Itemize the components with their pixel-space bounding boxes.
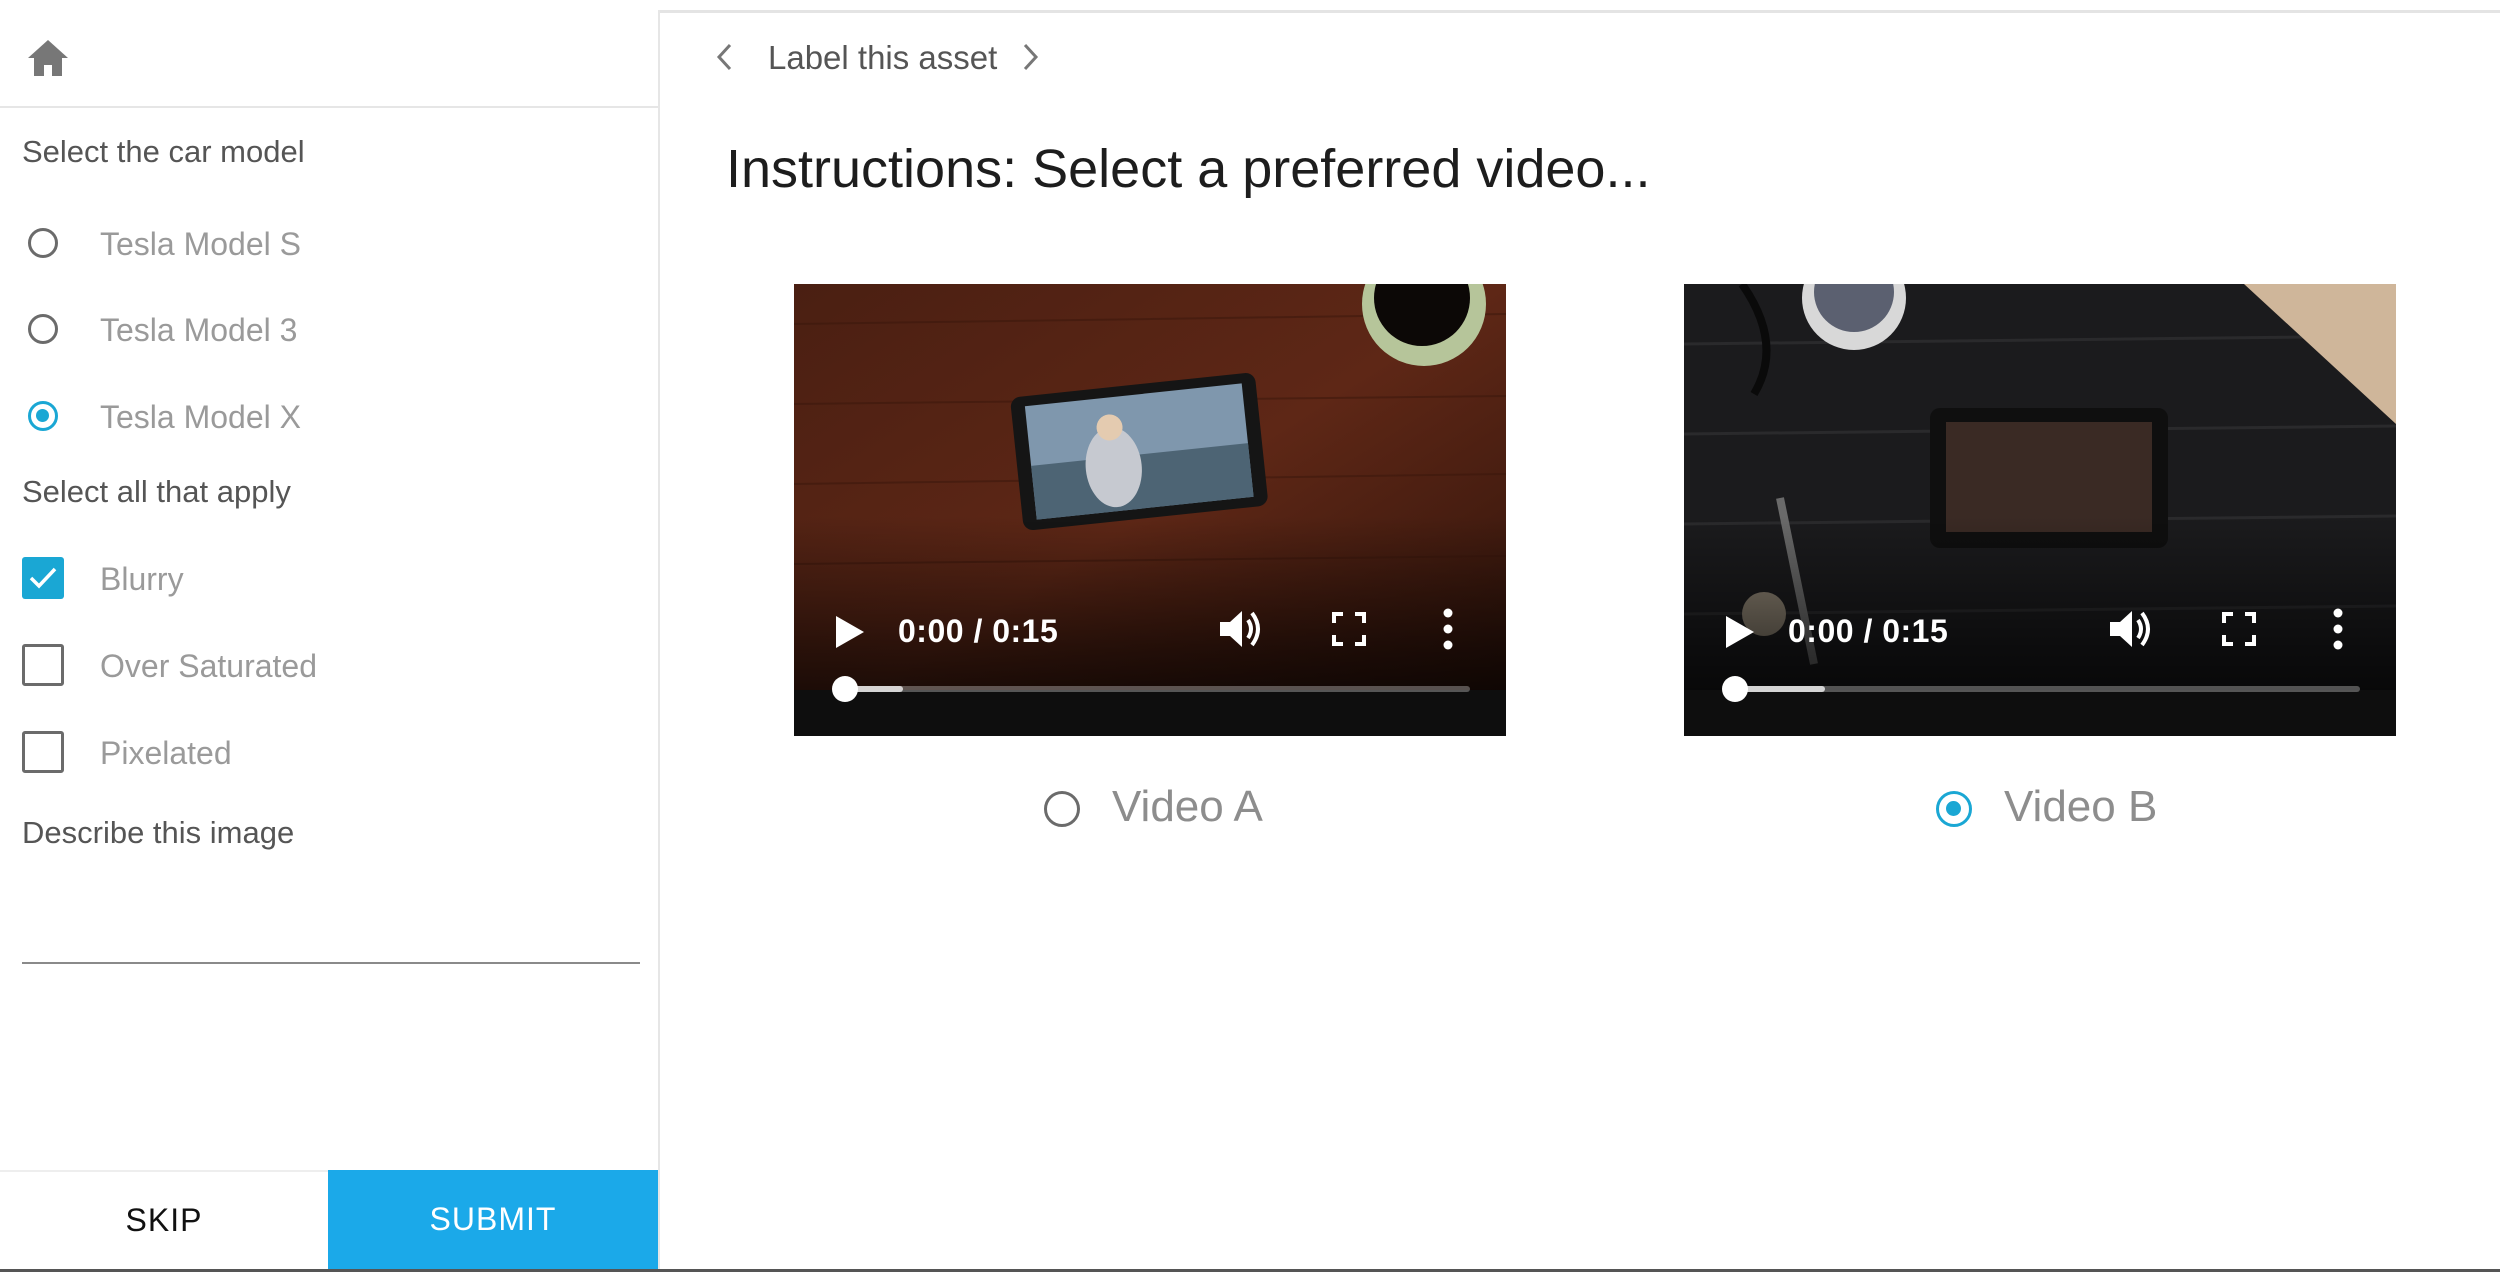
chevron-right-icon[interactable] bbox=[1015, 40, 1045, 74]
skip-button[interactable]: SKIP bbox=[0, 1170, 328, 1269]
option-label: Tesla Model X bbox=[100, 399, 301, 435]
checkbox-icon[interactable] bbox=[22, 731, 64, 773]
radio-option-model-3[interactable]: Tesla Model 3 bbox=[22, 302, 642, 358]
describe-title: Describe this image bbox=[22, 815, 295, 850]
progress-track[interactable] bbox=[1722, 676, 2360, 702]
car-model-title: Select the car model bbox=[22, 134, 305, 169]
choice-label: Video A bbox=[1112, 782, 1263, 831]
choice-label: Video B bbox=[2004, 782, 2158, 831]
radio-option-model-x[interactable]: Tesla Model X bbox=[22, 389, 642, 445]
fullscreen-icon[interactable] bbox=[1332, 612, 1366, 646]
checkbox-checked-icon[interactable] bbox=[22, 557, 64, 599]
checkbox-option-over-saturated[interactable]: Over Saturated bbox=[22, 638, 642, 694]
option-label: Tesla Model 3 bbox=[100, 312, 298, 348]
radio-selected-icon[interactable] bbox=[28, 401, 58, 431]
instructions-title: Instructions: Select a preferred video..… bbox=[726, 139, 1651, 199]
video-player-b[interactable]: 0:00 / 0:15 bbox=[1684, 284, 2396, 736]
radio-option-model-s[interactable]: Tesla Model S bbox=[22, 216, 642, 272]
volume-icon[interactable] bbox=[1218, 606, 1266, 652]
time-display: 0:00 / 0:15 bbox=[1788, 613, 1949, 649]
fullscreen-icon[interactable] bbox=[2222, 612, 2256, 646]
checkbox-option-pixelated[interactable]: Pixelated bbox=[22, 725, 642, 781]
more-vert-icon[interactable] bbox=[2332, 608, 2344, 650]
radio-icon[interactable] bbox=[28, 228, 58, 258]
video-player-a[interactable]: 0:00 / 0:15 bbox=[794, 284, 1506, 736]
home-icon[interactable] bbox=[26, 38, 70, 78]
more-vert-icon[interactable] bbox=[1442, 608, 1454, 650]
home-bar bbox=[0, 10, 658, 108]
radio-icon[interactable] bbox=[28, 314, 58, 344]
progress-knob[interactable] bbox=[832, 676, 858, 702]
describe-input[interactable] bbox=[22, 890, 640, 964]
option-label: Pixelated bbox=[100, 735, 232, 771]
checkbox-option-blurry[interactable]: Blurry bbox=[22, 551, 642, 607]
time-display: 0:00 / 0:15 bbox=[898, 613, 1059, 649]
controls-bar bbox=[1684, 690, 2396, 736]
sidebar: Select the car model Tesla Model S Tesla… bbox=[0, 10, 660, 1269]
option-label: Blurry bbox=[100, 561, 184, 597]
chevron-left-icon[interactable] bbox=[710, 40, 740, 74]
option-label: Tesla Model S bbox=[100, 226, 301, 262]
play-icon[interactable] bbox=[834, 614, 866, 650]
radio-selected-icon[interactable] bbox=[1936, 791, 1972, 827]
controls-bar bbox=[794, 690, 1506, 736]
progress-knob[interactable] bbox=[1722, 676, 1748, 702]
volume-icon[interactable] bbox=[2108, 606, 2156, 652]
progress-track[interactable] bbox=[832, 676, 1470, 702]
option-label: Over Saturated bbox=[100, 648, 317, 684]
attributes-title: Select all that apply bbox=[22, 474, 291, 509]
play-icon[interactable] bbox=[1724, 614, 1756, 650]
breadcrumb-label: Label this asset bbox=[768, 39, 998, 76]
checkbox-icon[interactable] bbox=[22, 644, 64, 686]
checkmark-icon bbox=[29, 567, 57, 589]
radio-icon[interactable] bbox=[1044, 791, 1080, 827]
submit-button[interactable]: SUBMIT bbox=[328, 1170, 658, 1269]
